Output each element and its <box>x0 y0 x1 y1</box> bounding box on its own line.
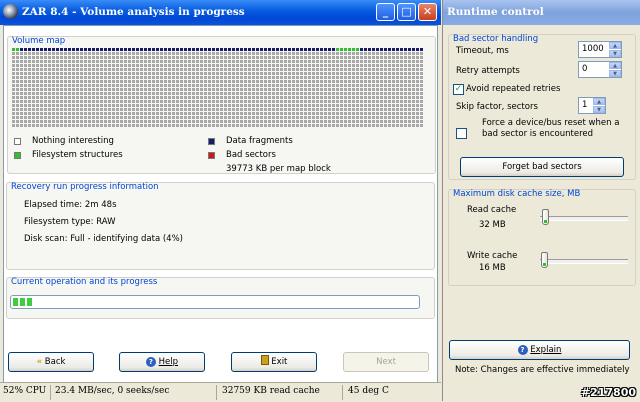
read-cache-slider[interactable] <box>540 209 628 227</box>
avoid-retries-label: Avoid repeated retries <box>466 84 561 94</box>
write-cache-slider[interactable] <box>540 252 628 270</box>
back-button[interactable]: « Back <box>8 352 94 372</box>
retry-down-icon[interactable]: ▼ <box>609 70 621 77</box>
legend-nothing-interesting: Nothing interesting <box>32 136 114 146</box>
changes-note: Note: Changes are effective immediately <box>455 365 630 375</box>
close-button[interactable]: ✕ <box>418 3 437 21</box>
retry-label: Retry attempts <box>456 66 520 76</box>
retry-input[interactable]: 0 ▲ ▼ <box>578 61 622 78</box>
avoid-retries-checkbox[interactable]: ✓ <box>453 84 464 95</box>
elapsed-time: Elapsed time: 2m 48s <box>24 200 117 210</box>
main-window-title: ZAR 8.4 - Volume analysis in progress <box>22 6 245 18</box>
skip-up-icon[interactable]: ▲ <box>593 98 605 105</box>
operation-progress-fill <box>13 298 33 306</box>
help-icon: ? <box>145 357 156 367</box>
current-operation-label: Current operation and its progress <box>11 277 158 287</box>
skip-factor-value: 1 <box>582 100 588 110</box>
status-speed: 23.4 MB/sec, 0 seeks/sec <box>55 386 170 396</box>
exit-button[interactable]: Exit <box>231 352 317 372</box>
read-cache-track <box>540 216 628 221</box>
volume-map-label: Volume map <box>12 36 66 46</box>
skip-factor-input[interactable]: 1 ▲ ▼ <box>578 97 606 114</box>
disk-cache-panel: Maximum disk cache size, MB <box>448 189 636 286</box>
help-button[interactable]: ? Help <box>119 352 205 372</box>
write-cache-track <box>540 259 628 264</box>
app-icon <box>3 4 18 19</box>
retry-value: 0 <box>582 64 588 74</box>
timeout-value: 1000 <box>582 44 604 54</box>
write-cache-value: 16 MB <box>479 263 506 273</box>
explain-icon: ? <box>517 345 528 355</box>
back-button-label: Back <box>44 357 66 367</box>
bad-sector-label: Bad sector handling <box>453 34 539 44</box>
status-bar: 52% CPU 23.4 MB/sec, 0 seeks/sec 32759 K… <box>0 382 441 402</box>
bad-sectors-swatch <box>208 152 215 159</box>
next-button[interactable]: Next <box>343 352 429 372</box>
explain-button-label: Explain <box>530 345 562 355</box>
timeout-up-icon[interactable]: ▲ <box>609 42 621 49</box>
forget-bad-sectors-label: Forget bad sectors <box>502 162 582 172</box>
filesystem-structures-swatch <box>14 152 21 159</box>
main-title-bar[interactable]: ZAR 8.4 - Volume analysis in progress _ … <box>0 0 441 25</box>
retry-up-icon[interactable]: ▲ <box>609 62 621 69</box>
data-fragments-swatch <box>208 138 215 145</box>
minimize-icon: _ <box>382 5 389 18</box>
close-icon: ✕ <box>422 5 433 18</box>
status-temperature: 45 deg C <box>348 386 389 396</box>
operation-progress-bar <box>10 295 420 309</box>
read-cache-thumb[interactable] <box>542 209 550 225</box>
legend-bad-sectors: Bad sectors <box>226 150 276 160</box>
legend-filesystem-structures: Filesystem structures <box>32 150 123 160</box>
back-arrow-icon: « <box>36 357 43 367</box>
help-button-label: Help <box>158 357 179 367</box>
force-reset-checkbox[interactable] <box>456 128 467 139</box>
recovery-info-label: Recovery run progress information <box>11 182 159 192</box>
read-cache-label: Read cache <box>467 205 517 215</box>
write-cache-label: Write cache <box>467 251 518 261</box>
status-cpu: 52% CPU <box>3 386 47 396</box>
disk-cache-label: Maximum disk cache size, MB <box>453 189 581 199</box>
skip-down-icon[interactable]: ▼ <box>593 106 605 113</box>
runtime-window-title: Runtime control <box>447 6 544 18</box>
maximize-icon: □ <box>401 5 412 18</box>
next-button-label: Next <box>376 357 396 367</box>
forget-bad-sectors-button[interactable]: Forget bad sectors <box>460 157 624 177</box>
exit-door-icon <box>260 355 269 365</box>
disk-scan-status: Disk scan: Full - identifying data (4%) <box>24 234 183 244</box>
status-cache: 32759 KB read cache <box>222 386 320 396</box>
runtime-title-bar[interactable]: Runtime control <box>443 0 640 25</box>
maximize-button[interactable]: □ <box>397 3 416 21</box>
minimize-button[interactable]: _ <box>376 3 395 21</box>
explain-button[interactable]: ? Explain <box>449 340 630 360</box>
exit-button-label: Exit <box>271 357 288 367</box>
skip-factor-label: Skip factor, sectors <box>456 102 538 112</box>
watermark: #217800 <box>580 386 636 399</box>
legend-data-fragments: Data fragments <box>226 136 293 146</box>
timeout-label: Timeout, ms <box>456 46 509 56</box>
checkmark-icon: ✓ <box>454 84 463 94</box>
legend-block-size: 39773 KB per map block <box>226 164 331 174</box>
write-cache-thumb[interactable] <box>540 252 548 268</box>
timeout-down-icon[interactable]: ▼ <box>609 50 621 57</box>
read-cache-value: 32 MB <box>479 220 506 230</box>
filesystem-type: Filesystem type: RAW <box>24 217 116 227</box>
force-reset-label-line2: bad sector is encountered <box>482 129 594 139</box>
timeout-input[interactable]: 1000 ▲ ▼ <box>578 41 622 58</box>
volume-map <box>12 48 423 127</box>
nothing-interesting-swatch <box>14 138 21 145</box>
force-reset-label-line1: Force a device/bus reset when a <box>482 118 620 128</box>
